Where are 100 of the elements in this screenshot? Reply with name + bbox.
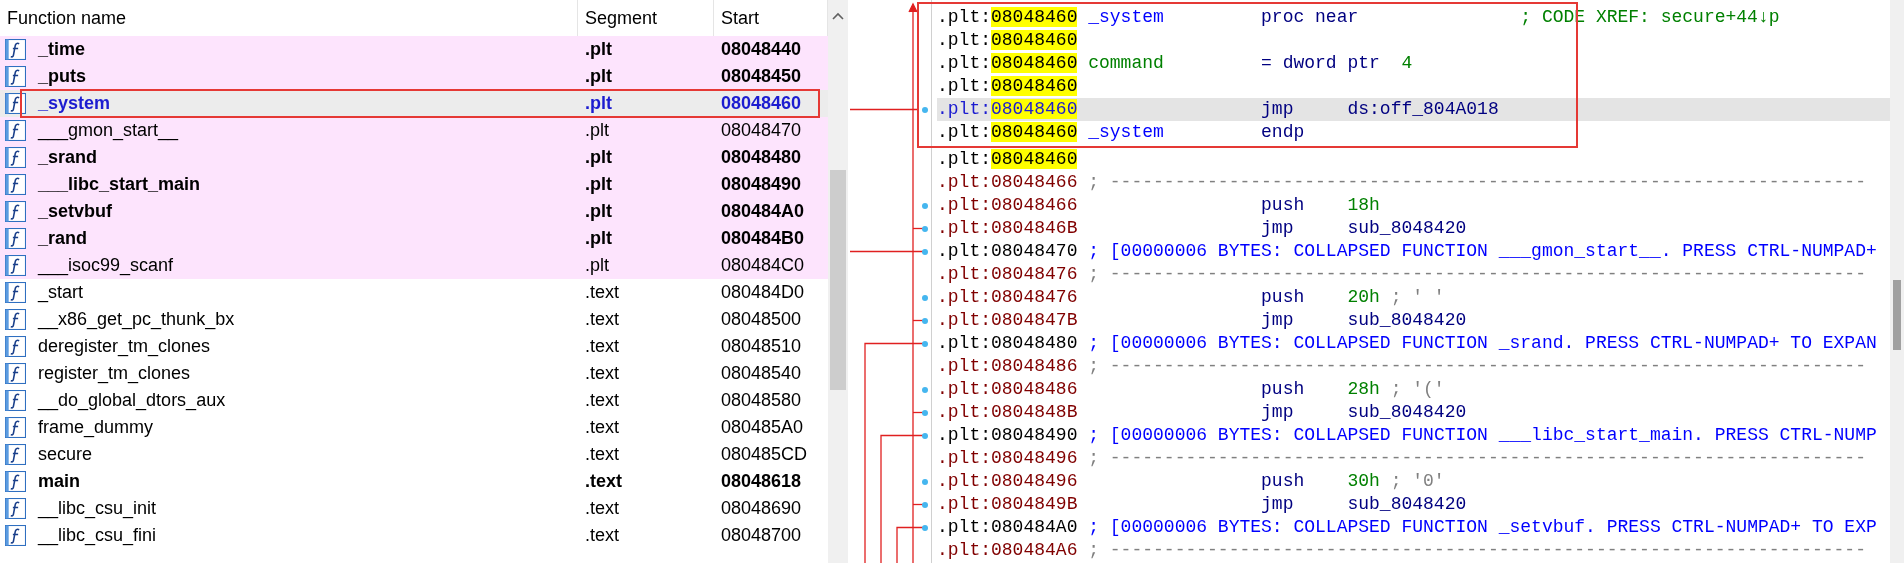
comment-text: ; [00000006 BYTES: COLLAPSED FUNCTION _srand. PRESS CTRL-NUMPAD+ TO EXPAN — [1088, 332, 1877, 355]
code-line[interactable]: .plt:08048496 ; ---------------------------------------------------------------------- — [937, 447, 1890, 470]
segment-cell-text: .text — [584, 417, 620, 438]
code-line[interactable]: .plt:08048476 ; ---------------------------------------------------------------------- — [937, 263, 1890, 286]
code-line[interactable]: .plt:08048460 command = dword ptr 4 — [937, 52, 1890, 75]
function-icon — [5, 444, 26, 465]
code-line[interactable]: .plt:08048460 — [937, 148, 1890, 171]
operand-text: 28h — [1347, 378, 1380, 401]
function-row[interactable]: ___isoc99_scanf .plt 080484C0 — [0, 252, 828, 279]
code-line[interactable]: .plt:0804849B jmp sub_8048420 — [937, 493, 1890, 516]
code-line[interactable]: .plt:08048486 ; ---------------------------------------------------------------------- — [937, 355, 1890, 378]
label-text: _system — [1088, 7, 1164, 27]
operand-text: sub_8048420 — [1347, 309, 1467, 332]
address-text: .plt:0804848B — [937, 401, 1079, 424]
code-line[interactable]: .plt:08048480 ; [00000006 BYTES: COLLAPSED FUNCTION _srand. PRESS CTRL-NUMPAD+ TO EXPAN — [937, 332, 1890, 355]
start-address-cell-text: 08048580 — [720, 390, 803, 411]
function-row[interactable]: ___libc_start_main .plt 08048490 — [0, 171, 828, 198]
scrollbar-thumb[interactable] — [830, 170, 846, 390]
start-address-cell-text: 08048440 — [720, 39, 803, 60]
function-row[interactable]: __x86_get_pc_thunk_bx .text 08048500 — [0, 306, 828, 333]
code-line[interactable]: .plt:08048466 push 18h — [937, 194, 1890, 217]
code-line[interactable]: .plt:0804846B jmp sub_8048420 — [937, 217, 1890, 240]
address-text: .plt:0804846B — [937, 217, 1079, 240]
function-row[interactable]: _start .text 080484D0 — [0, 279, 828, 306]
segment-cell-text: .plt — [584, 147, 613, 168]
start-address-cell-text: 080484C0 — [720, 255, 806, 276]
start-address-cell-text: 080484B0 — [720, 228, 806, 249]
start-address-cell-text: 08048540 — [720, 363, 803, 384]
function-name: _srand — [38, 147, 98, 168]
address-text: .plt:08048480 — [937, 332, 1079, 355]
scroll-up-icon[interactable] — [832, 12, 844, 20]
function-name: __libc_csu_init — [38, 498, 157, 519]
function-icon — [5, 147, 26, 168]
label-text: _system — [1088, 122, 1164, 142]
code-line[interactable]: .plt:0804848B jmp sub_8048420 — [937, 401, 1890, 424]
function-row[interactable]: ___gmon_start__ .plt 08048470 — [0, 117, 828, 144]
function-row[interactable]: main .text 08048618 — [0, 468, 828, 495]
operand-text: 4 — [1401, 53, 1413, 73]
function-name: _system — [38, 93, 111, 114]
scrollbar[interactable] — [828, 0, 848, 563]
scrollbar[interactable] — [1890, 0, 1904, 563]
segment-cell-text: .text — [584, 390, 620, 411]
segment-cell-text: .plt — [584, 201, 613, 222]
function-icon — [5, 498, 26, 519]
scrollbar-thumb[interactable] — [1893, 280, 1901, 350]
function-row[interactable]: _puts .plt 08048450 — [0, 63, 828, 90]
code-line[interactable]: .plt:08048490 ; [00000006 BYTES: COLLAPSED FUNCTION ___libc_start_main. PRESS CTRL-NUMP — [937, 424, 1890, 447]
function-row[interactable]: _srand .plt 08048480 — [0, 144, 828, 171]
function-icon — [5, 228, 26, 249]
code-line[interactable]: .plt:080484A6 ; ---------------------------------------------------------------------- — [937, 539, 1890, 562]
comment-text: ; ---------------------------------------------------------------------- — [1088, 263, 1866, 286]
segment-cell-text: .text — [584, 336, 620, 357]
code-line[interactable]: .plt:0804847B jmp sub_8048420 — [937, 309, 1890, 332]
address-text: .plt:08048486 — [937, 355, 1079, 378]
instruction-text: jmp — [1261, 218, 1294, 238]
code-line[interactable]: .plt:08048496 push 30h ; '0' — [937, 470, 1890, 493]
function-row[interactable]: _time .plt 08048440 — [0, 36, 828, 63]
segment-cell-text: .plt — [584, 93, 613, 114]
code-line[interactable]: .plt:08048466 ; ---------------------------------------------------------------------- — [937, 171, 1890, 194]
segment-cell-text: .plt — [584, 39, 613, 60]
start-address-cell-text: 08048618 — [720, 471, 803, 492]
function-row[interactable]: register_tm_clones .text 08048540 — [0, 360, 828, 387]
function-row[interactable]: secure .text 080485CD — [0, 441, 828, 468]
comment-text: ; ' ' — [1390, 286, 1445, 309]
function-row[interactable]: __libc_csu_fini .text 08048700 — [0, 522, 828, 549]
start-address-cell-text: 080485CD — [720, 444, 809, 465]
function-row[interactable]: __libc_csu_init .text 08048690 — [0, 495, 828, 522]
instruction-text: push — [1261, 287, 1305, 307]
function-row[interactable]: _rand .plt 080484B0 — [0, 225, 828, 252]
instruction-text: push — [1261, 195, 1305, 215]
start-address-cell-text: 080484D0 — [720, 282, 806, 303]
code-line[interactable]: .plt:08048486 push 28h ; '(' — [937, 378, 1890, 401]
function-name: _setvbuf — [38, 201, 113, 222]
address-text: .plt:08048466 — [937, 194, 1079, 217]
code-line[interactable]: .plt:08048460 — [937, 29, 1890, 52]
address-text: .plt:0804847B — [937, 309, 1079, 332]
function-row[interactable]: __do_global_dtors_aux .text 08048580 — [0, 387, 828, 414]
function-name: main — [38, 471, 80, 492]
comment-text: ; '(' — [1390, 378, 1445, 401]
function-icon — [5, 66, 26, 87]
code-line[interactable]: .plt:08048470 ; [00000006 BYTES: COLLAPSED FUNCTION ___gmon_start__. PRESS CTRL-NUMPAD+ — [937, 240, 1890, 263]
start-address-cell-text: 08048490 — [720, 174, 803, 195]
address-text: .plt:08048486 — [937, 378, 1079, 401]
function-name: __libc_csu_fini — [38, 525, 157, 546]
segment-cell-text: .text — [584, 309, 620, 330]
function-icon — [5, 201, 26, 222]
segment-cell-text: .plt — [584, 66, 613, 87]
function-name: ___isoc99_scanf — [38, 255, 174, 276]
function-row[interactable]: frame_dummy .text 080485A0 — [0, 414, 828, 441]
function-icon — [5, 93, 26, 114]
code-line[interactable]: .plt:08048460 — [937, 75, 1890, 98]
code-line[interactable]: .plt:080484A0 ; [00000006 BYTES: COLLAPSED FUNCTION _setvbuf. PRESS CTRL-NUMPAD+ TO EXP — [937, 516, 1890, 539]
segment-cell-text: .plt — [584, 120, 610, 141]
function-row[interactable]: _setvbuf .plt 080484A0 — [0, 198, 828, 225]
function-row[interactable]: deregister_tm_clones .text 08048510 — [0, 333, 828, 360]
comment-text: ; ---------------------------------------------------------------------- — [1088, 539, 1866, 562]
code-line[interactable]: .plt:08048460 _system endp — [937, 121, 1890, 144]
code-line[interactable]: .plt:08048476 push 20h ; ' ' — [937, 286, 1890, 309]
comment-text: ; '0' — [1390, 470, 1445, 493]
operand-text: ds:off_804A018 — [1347, 98, 1499, 121]
